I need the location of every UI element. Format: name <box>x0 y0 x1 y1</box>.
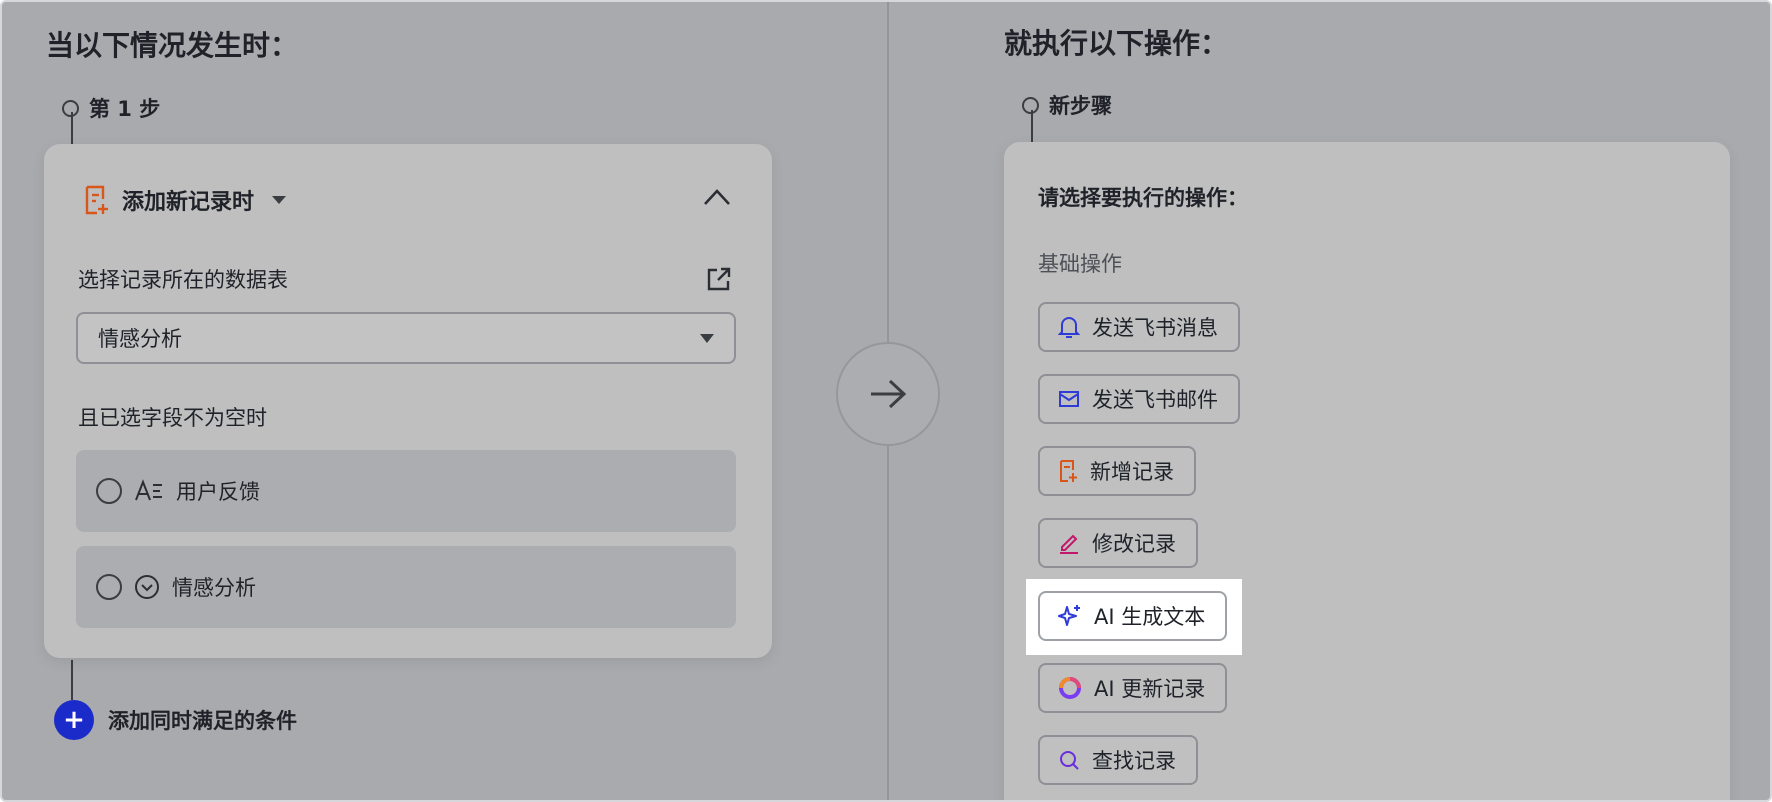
find-record-button[interactable]: 查找记录 <box>1038 735 1198 785</box>
send-mail-button[interactable]: 发送飞书邮件 <box>1038 374 1240 424</box>
field-label: 用户反馈 <box>176 480 260 504</box>
table-select-value: 情感分析 <box>98 327 182 351</box>
chevron-down-icon <box>272 196 287 204</box>
action-label: 新增记录 <box>1090 460 1174 484</box>
bell-icon <box>1058 317 1080 338</box>
pencil-icon <box>1060 534 1078 554</box>
add-record-icon <box>85 185 108 215</box>
search-icon <box>1060 751 1079 770</box>
send-message-button[interactable]: 发送飞书消息 <box>1038 302 1240 352</box>
action-label: AI 生成文本 <box>1094 605 1206 629</box>
trigger-selector[interactable]: 添加新记录时 <box>84 184 287 216</box>
radio-button[interactable] <box>96 574 122 600</box>
add-condition-button[interactable]: + 添加同时满足的条件 <box>54 700 297 740</box>
radio-button[interactable] <box>96 478 122 504</box>
action-heading: 就执行以下操作： <box>1004 27 1229 60</box>
text-field-icon <box>135 479 162 501</box>
external-link-icon[interactable] <box>706 266 732 292</box>
mail-icon <box>1059 391 1079 407</box>
chevron-up-icon[interactable] <box>702 186 732 208</box>
ai-ring-icon <box>1059 677 1081 699</box>
step-connector-bottom <box>71 660 73 700</box>
action-step: 新步骤 <box>1022 90 1112 120</box>
field-label: 情感分析 <box>172 576 256 600</box>
section-label: 基础操作 <box>1038 252 1122 276</box>
single-select-icon <box>135 575 159 599</box>
condition-label: 且已选字段不为空时 <box>78 406 267 430</box>
step-connector <box>1031 110 1033 142</box>
table-select[interactable]: 情感分析 <box>76 312 736 364</box>
trigger-label: 添加新记录时 <box>122 190 255 215</box>
add-condition-label: 添加同时满足的条件 <box>108 709 297 733</box>
step-label: 第 1 步 <box>89 97 161 121</box>
sparkle-icon <box>1058 605 1080 626</box>
trigger-heading: 当以下情况发生时： <box>46 29 299 62</box>
table-label: 选择记录所在的数据表 <box>78 268 288 292</box>
action-label: 查找记录 <box>1092 749 1176 773</box>
edit-record-button[interactable]: 修改记录 <box>1038 518 1198 568</box>
action-label: AI 更新记录 <box>1094 677 1206 701</box>
action-card: 请选择要执行的操作： 基础操作 发送飞书消息 发送飞书邮件 新增记录 修改记录 … <box>1004 142 1730 800</box>
step-connector <box>71 112 73 146</box>
trigger-step: 第 1 步 <box>62 93 160 123</box>
plus-icon: + <box>54 700 94 740</box>
add-record-icon <box>1060 460 1077 482</box>
dropdown-arrow-icon <box>700 333 714 343</box>
field-row[interactable]: 情感分析 <box>76 546 736 628</box>
flow-arrow <box>836 342 940 446</box>
arrow-right-icon <box>871 379 907 409</box>
ai-update-record-button[interactable]: AI 更新记录 <box>1038 663 1228 713</box>
step-label: 新步骤 <box>1049 94 1112 118</box>
field-row[interactable]: 用户反馈 <box>76 450 736 532</box>
ai-generate-text-button[interactable]: AI 生成文本 <box>1038 591 1228 641</box>
automation-editor: 当以下情况发生时： 第 1 步 添加新记录时 选择记录所在的数据表 情感分析 且… <box>0 0 1772 802</box>
action-label: 发送飞书邮件 <box>1092 388 1218 412</box>
action-label: 发送飞书消息 <box>1092 316 1218 340</box>
action-prompt: 请选择要执行的操作： <box>1038 186 1248 210</box>
trigger-card: 添加新记录时 选择记录所在的数据表 情感分析 且已选字段不为空时 用户反馈 情感… <box>44 144 772 658</box>
add-record-button[interactable]: 新增记录 <box>1038 446 1196 496</box>
action-label: 修改记录 <box>1092 532 1176 556</box>
